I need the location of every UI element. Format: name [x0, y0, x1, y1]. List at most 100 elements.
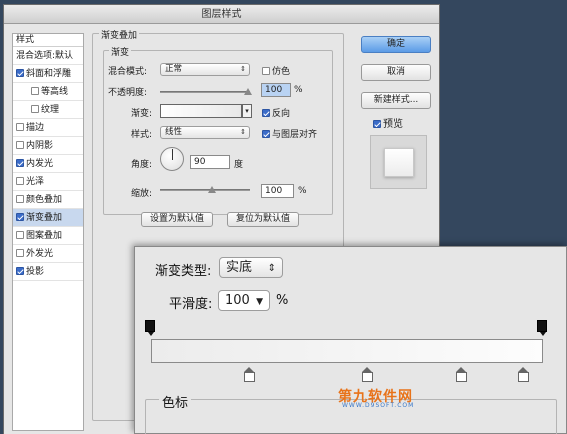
align-checkbox[interactable] [262, 130, 270, 138]
section-title: 渐变叠加 [99, 28, 140, 41]
ok-button[interactable]: 确定 [361, 36, 431, 53]
gradient-bar[interactable] [151, 339, 543, 363]
dialog-title: 图层样式 [4, 5, 439, 24]
select-arrows-icon: ⇕ [267, 263, 276, 274]
style-item-label: 投影 [26, 267, 45, 277]
color-stop[interactable] [455, 367, 467, 382]
angle-label: 角度: [131, 160, 153, 170]
style-item-checkbox[interactable] [31, 105, 39, 113]
gradient-type-value: 实底 [226, 260, 253, 275]
style-item[interactable]: 图案叠加 [13, 227, 83, 245]
gradient-dropdown-icon[interactable]: ▾ [242, 104, 252, 118]
style-item[interactable]: 光泽 [13, 173, 83, 191]
gradient-label: 渐变: [131, 109, 153, 119]
preview-option[interactable]: 预览 [373, 115, 403, 130]
opacity-stop[interactable] [145, 320, 155, 336]
style-item[interactable]: 斜面和浮雕 [13, 65, 83, 83]
color-stops-label: 色标 [159, 392, 192, 411]
style-item[interactable]: 纹理 [13, 101, 83, 119]
cancel-button[interactable]: 取消 [361, 64, 431, 81]
style-item-checkbox[interactable] [16, 123, 24, 131]
blend-mode-select[interactable]: 正常 ⇕ [160, 63, 250, 76]
dither-checkbox[interactable] [262, 67, 270, 75]
opacity-input[interactable]: 100 [261, 83, 291, 97]
style-item-label: 等高线 [41, 87, 69, 97]
preview-label: 预览 [383, 119, 403, 130]
style-item[interactable]: 颜色叠加 [13, 191, 83, 209]
angle-dial[interactable] [160, 147, 184, 171]
style-label: 样式: [131, 130, 153, 140]
color-stop[interactable] [518, 367, 530, 382]
blending-options-item[interactable]: 混合选项:默认 [13, 47, 83, 65]
opacity-slider-knob[interactable] [244, 88, 252, 95]
smoothness-input[interactable]: 100 ▼ [218, 290, 270, 311]
reverse-checkbox[interactable] [262, 109, 270, 117]
style-item-label: 渐变叠加 [26, 213, 63, 223]
scale-slider-knob[interactable] [208, 186, 216, 193]
make-default-button[interactable]: 设置为默认值 [141, 212, 213, 227]
scale-label: 缩放: [131, 189, 153, 199]
reverse-option[interactable]: 反向 [262, 106, 290, 119]
reverse-label: 反向 [272, 109, 291, 119]
blend-mode-value: 正常 [165, 64, 183, 74]
scale-input[interactable]: 100 [261, 184, 294, 198]
reset-default-button[interactable]: 复位为默认值 [227, 212, 299, 227]
style-item-label: 纹理 [41, 105, 60, 115]
opacity-stop[interactable] [537, 320, 547, 336]
group-title: 渐变 [109, 45, 132, 58]
style-item[interactable]: 等高线 [13, 83, 83, 101]
gradient-type-label: 渐变类型: [155, 264, 212, 279]
style-item-checkbox[interactable] [16, 177, 24, 185]
smoothness-label: 平滑度: [169, 297, 213, 312]
style-item-checkbox[interactable] [16, 195, 24, 203]
opacity-slider[interactable] [160, 91, 250, 93]
style-item-checkbox[interactable] [16, 69, 24, 77]
gradient-group: 渐变 混合模式: 正常 ⇕ 仿色 不透明度: 100 % 渐变: ▾ 反向 样式:… [103, 45, 333, 215]
scale-unit: % [298, 186, 307, 196]
style-item[interactable]: 内发光 [13, 155, 83, 173]
style-item[interactable]: 描边 [13, 119, 83, 137]
dither-option[interactable]: 仿色 [262, 64, 290, 77]
styles-list-header[interactable]: 样式 [13, 34, 83, 47]
smoothness-unit: % [276, 293, 289, 308]
style-item-checkbox[interactable] [16, 141, 24, 149]
preview-thumbnail [370, 135, 427, 189]
gradient-swatch[interactable] [160, 104, 242, 118]
blend-mode-label: 混合模式: [108, 67, 148, 77]
new-style-button[interactable]: 新建样式... [361, 92, 431, 109]
style-item-label: 描边 [26, 123, 45, 133]
style-item[interactable]: 渐变叠加 [13, 209, 83, 227]
watermark-url: WWW.D9SOFT.COM [342, 402, 415, 409]
select-arrows-icon: ⇕ [240, 65, 246, 73]
style-item-label: 光泽 [26, 177, 45, 187]
angle-unit: 度 [234, 160, 244, 170]
style-item[interactable]: 外发光 [13, 245, 83, 263]
dither-label: 仿色 [272, 67, 291, 77]
color-stop[interactable] [361, 367, 373, 382]
scale-slider[interactable] [160, 189, 250, 191]
dropdown-arrow-icon: ▼ [256, 297, 263, 307]
style-item-checkbox[interactable] [16, 249, 24, 257]
select-arrows-icon: ⇕ [240, 128, 246, 136]
color-stop[interactable] [244, 367, 255, 382]
style-item-checkbox[interactable] [16, 231, 24, 239]
style-item-label: 颜色叠加 [26, 195, 63, 205]
style-item[interactable]: 内阴影 [13, 137, 83, 155]
style-item-checkbox[interactable] [16, 159, 24, 167]
style-item-checkbox[interactable] [31, 87, 39, 95]
align-option[interactable]: 与图层对齐 [262, 127, 317, 140]
style-value: 线性 [165, 127, 183, 137]
preview-checkbox[interactable] [373, 120, 381, 128]
smoothness-value: 100 [225, 293, 250, 308]
gradient-type-select[interactable]: 实底 ⇕ [219, 257, 283, 278]
align-label: 与图层对齐 [272, 130, 318, 140]
opacity-unit: % [294, 85, 303, 95]
style-item-label: 内发光 [26, 159, 54, 169]
style-item-checkbox[interactable] [16, 267, 24, 275]
angle-input[interactable]: 90 [190, 155, 230, 169]
style-item-label: 内阴影 [26, 141, 54, 151]
style-item-label: 图案叠加 [26, 231, 63, 241]
style-item[interactable]: 投影 [13, 263, 83, 281]
style-select[interactable]: 线性 ⇕ [160, 126, 250, 139]
style-item-checkbox[interactable] [16, 213, 24, 221]
